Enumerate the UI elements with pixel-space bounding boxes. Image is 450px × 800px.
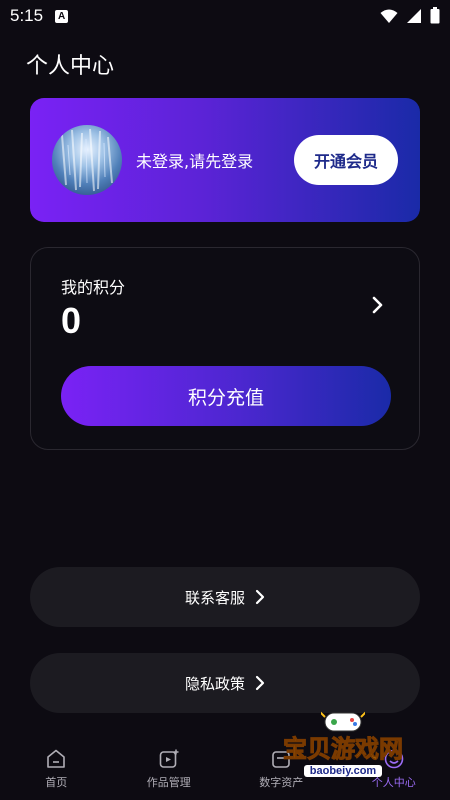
login-prompt[interactable]: 未登录,请先登录 xyxy=(136,148,294,172)
contact-service-label: 联系客服 xyxy=(184,588,245,607)
points-value: 0 xyxy=(61,300,82,341)
privacy-policy-label: 隐私政策 xyxy=(184,674,245,693)
chevron-right-icon xyxy=(255,589,265,605)
chevron-right-icon xyxy=(255,675,265,691)
avatar-image xyxy=(61,128,113,192)
nav-works-label: 作品管理 xyxy=(146,776,191,789)
nav-works[interactable]: 作品管理 xyxy=(113,740,226,800)
nav-home[interactable]: 首页 xyxy=(0,740,113,800)
wifi-icon xyxy=(380,9,398,23)
a-icon: A xyxy=(55,9,69,23)
points-recharge-button[interactable]: 积分充值 xyxy=(61,366,391,426)
avatar[interactable] xyxy=(52,125,122,195)
signal-icon xyxy=(407,8,421,23)
status-bar: 5:15 A xyxy=(0,0,450,32)
works-icon xyxy=(159,749,179,768)
points-label: 我的积分 xyxy=(61,278,126,297)
chevron-right-icon[interactable] xyxy=(371,294,385,316)
nav-home-label: 首页 xyxy=(45,776,68,789)
gamepad-icon xyxy=(321,711,365,732)
points-card: 我的积分 0 积分充值 xyxy=(30,247,420,450)
contact-service-button[interactable]: 联系客服 xyxy=(30,567,420,627)
status-icons xyxy=(380,7,440,24)
privacy-policy-button[interactable]: 隐私政策 xyxy=(30,653,420,713)
battery-icon xyxy=(430,7,440,24)
watermark-url: baobeiy.com xyxy=(303,765,383,777)
status-time: 5:15 xyxy=(10,6,44,25)
home-icon xyxy=(47,749,66,768)
open-vip-button[interactable]: 开通会员 xyxy=(294,135,398,185)
page-title: 个人中心 xyxy=(26,54,115,79)
vip-card: 未登录,请先登录 开通会员 xyxy=(30,98,420,222)
watermark-logo: 宝贝游戏网 baobeiy.com xyxy=(268,705,418,780)
